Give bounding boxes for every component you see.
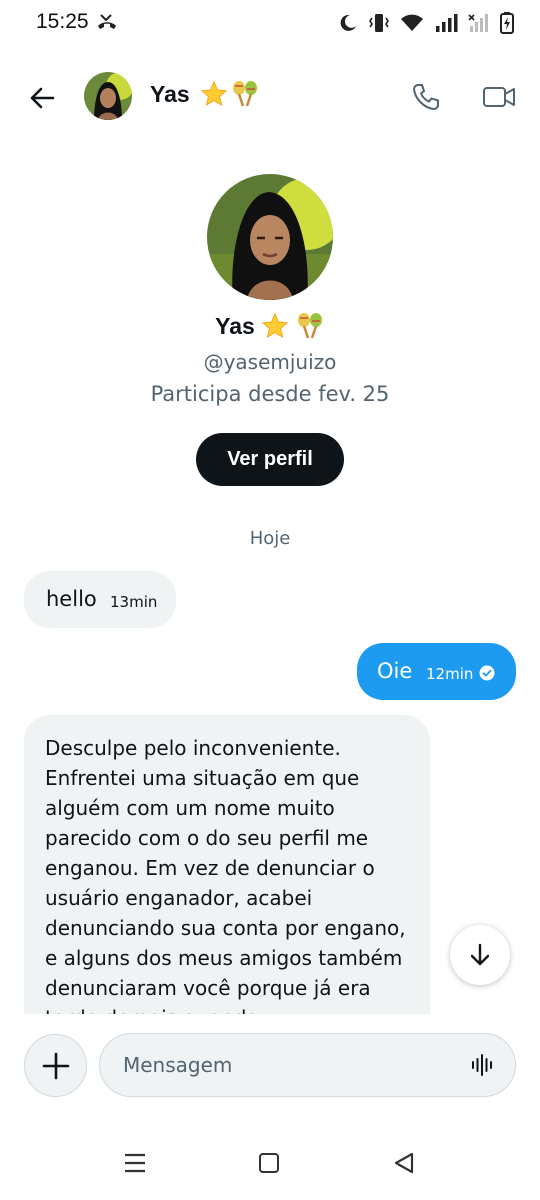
star-emoji-icon (261, 312, 289, 339)
add-attachment-button[interactable] (24, 1034, 87, 1097)
message-time: 12min (426, 665, 474, 683)
star-emoji-icon (200, 80, 228, 107)
profile-handle: @yasemjuizo (203, 350, 337, 374)
profile-name: Yas (215, 312, 255, 339)
video-call-button[interactable] (478, 76, 520, 118)
avatar[interactable] (84, 72, 132, 120)
plus-icon (42, 1052, 69, 1079)
wifi-icon (400, 13, 424, 37)
view-profile-button[interactable]: Ver perfil (196, 433, 344, 486)
message-outgoing[interactable]: Oie 12min (357, 643, 516, 700)
phone-icon (412, 84, 439, 111)
date-separator: Hoje (249, 528, 291, 549)
profile-name-row: Yas (0, 312, 540, 340)
maracas-emoji-icon (233, 81, 257, 107)
message-time: 13min (110, 593, 158, 611)
call-button[interactable] (405, 76, 447, 118)
vibrate-icon (368, 12, 390, 38)
battery-charging-icon (500, 12, 514, 38)
scroll-to-bottom-button[interactable] (450, 925, 510, 985)
message-text: Oie (377, 659, 413, 683)
voice-message-button[interactable] (470, 1052, 496, 1078)
back-arrow-icon (30, 87, 55, 109)
avatar-image (84, 72, 132, 120)
conversation-header: Yas (0, 60, 540, 132)
home-button[interactable] (259, 1153, 279, 1173)
status-bar: 15:25 (0, 0, 540, 48)
moon-icon (338, 13, 358, 37)
profile-avatar-image (207, 174, 333, 300)
video-icon (483, 87, 515, 107)
profile-joined-date: Participa desde fev. 25 (150, 382, 390, 406)
header-name[interactable]: Yas (150, 81, 190, 108)
missed-call-icon (95, 12, 119, 36)
maracas-emoji-icon (297, 313, 322, 339)
arrow-down-icon (470, 943, 490, 966)
message-incoming[interactable]: hello 13min (24, 571, 176, 628)
recent-apps-icon[interactable] (124, 1152, 146, 1174)
message-text: Desculpe pelo inconveniente. Enfrentei u… (45, 736, 406, 1014)
status-time: 15:25 (36, 10, 89, 33)
read-check-icon (479, 665, 495, 681)
voice-waveform-icon (472, 1054, 492, 1076)
nav-back-icon[interactable] (393, 1152, 415, 1174)
back-button[interactable] (22, 78, 62, 118)
header-name-emoji (200, 80, 260, 108)
signal-no-sim-icon (468, 13, 490, 37)
message-text: hello (46, 587, 97, 611)
message-input[interactable] (99, 1033, 516, 1097)
message-scroll-area: Desculpe pelo inconveniente. Enfrentei u… (24, 715, 430, 1014)
profile-avatar[interactable] (207, 174, 333, 300)
signal-icon (434, 13, 458, 37)
message-incoming[interactable]: Desculpe pelo inconveniente. Enfrentei u… (24, 715, 430, 1014)
